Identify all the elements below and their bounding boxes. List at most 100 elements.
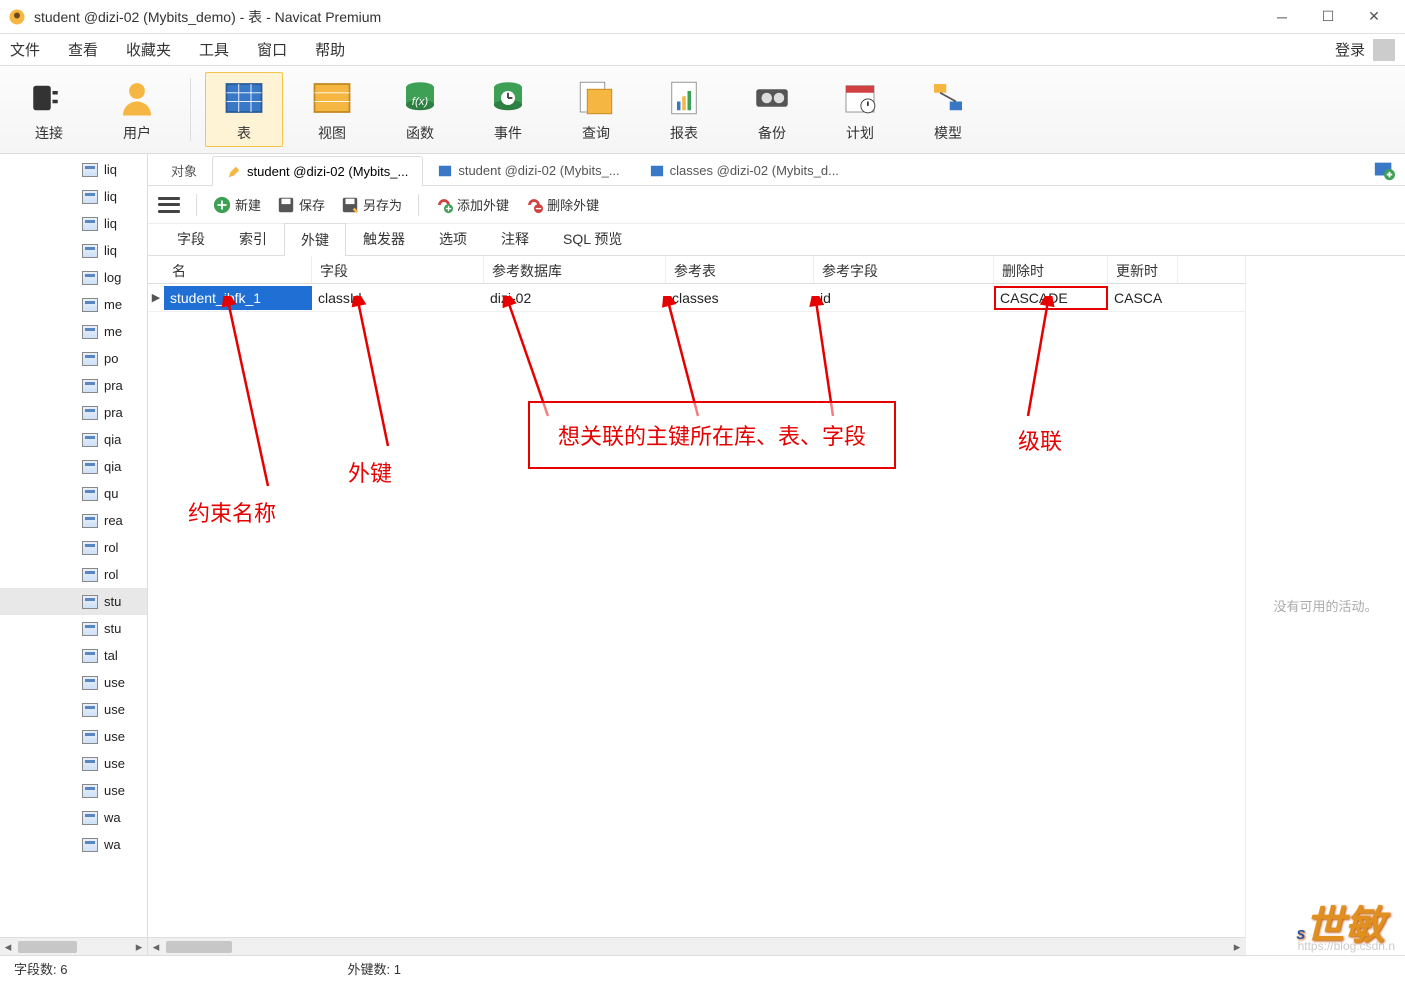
table-small-icon [82,487,98,501]
tool-event[interactable]: 事件 [469,72,547,147]
col-on-delete[interactable]: 删除时 [994,256,1108,283]
sidebar-item[interactable]: po [0,345,147,372]
sidebar-item[interactable]: use [0,723,147,750]
col-on-update[interactable]: 更新时 [1108,256,1178,283]
tool-connect[interactable]: 连接 [10,72,88,147]
grid-scrollbar[interactable]: ◂▸ [148,937,1245,955]
avatar-icon[interactable] [1373,39,1395,61]
sidebar-item[interactable]: liq [0,237,147,264]
sidebar-item-label: me [104,324,122,339]
tab-student-2[interactable]: student @dizi-02 (Mybits_... [423,155,634,185]
row-indicator-icon: ▶ [148,291,164,304]
minimize-button[interactable]: ─ [1259,2,1305,32]
col-field[interactable]: 字段 [312,256,484,283]
tab-objects[interactable]: 对象 [156,155,212,185]
sidebar-item[interactable]: stu [0,615,147,642]
menu-window[interactable]: 窗口 [257,39,287,60]
sidebar-item[interactable]: qu [0,480,147,507]
sidebar-item[interactable]: log [0,264,147,291]
table-row[interactable]: ▶ student_ibfk_1 classId dizi-02 classes… [148,284,1245,312]
sidebar-item[interactable]: qia [0,426,147,453]
cell-field[interactable]: classId [312,286,484,310]
window-title: student @dizi-02 (Mybits_demo) - 表 - Nav… [34,7,1259,27]
table-small-icon [82,541,98,555]
tool-table[interactable]: 表 [205,72,283,147]
tool-view[interactable]: 视图 [293,72,371,147]
action-add-fk[interactable]: 添加外键 [435,195,509,214]
add-tab-icon[interactable] [1373,159,1395,181]
hamburger-icon[interactable] [158,195,180,215]
action-delete-fk[interactable]: 删除外键 [525,195,599,214]
cell-on-delete[interactable]: CASCADE [994,286,1108,310]
tool-backup[interactable]: 备份 [733,72,811,147]
tree-list[interactable]: liqliqliqliqlogmemepoprapraqiaqiaqurearo… [0,154,147,937]
sidebar-item[interactable]: liq [0,210,147,237]
menu-login[interactable]: 登录 [1335,39,1365,60]
sidebar-item[interactable]: use [0,777,147,804]
menu-view[interactable]: 查看 [68,39,98,60]
sidebar-item[interactable]: use [0,750,147,777]
sidebar-item[interactable]: pra [0,399,147,426]
maximize-button[interactable]: ☐ [1305,2,1351,32]
table-small-icon [82,838,98,852]
cell-name[interactable]: student_ibfk_1 [164,286,312,310]
annotation-arrow [208,296,288,496]
sidebar-item-label: wa [104,810,121,825]
sidebar-item-label: pra [104,378,123,393]
subtab-comment[interactable]: 注释 [484,222,546,255]
menu-file[interactable]: 文件 [10,39,40,60]
calendar-icon [839,77,881,119]
sidebar-item[interactable]: rol [0,534,147,561]
sidebar-item[interactable]: tal [0,642,147,669]
sidebar-item[interactable]: wa [0,831,147,858]
menu-tools[interactable]: 工具 [199,39,229,60]
tool-function[interactable]: f(x) 函数 [381,72,459,147]
subtab-indexes[interactable]: 索引 [222,222,284,255]
sidebar-item[interactable]: stu [0,588,147,615]
sidebar-item[interactable]: liq [0,183,147,210]
table-small-icon [82,325,98,339]
close-button[interactable]: ✕ [1351,2,1397,32]
col-ref-db[interactable]: 参考数据库 [484,256,666,283]
menu-favorites[interactable]: 收藏夹 [126,39,171,60]
col-ref-field[interactable]: 参考字段 [814,256,994,283]
tool-query[interactable]: 查询 [557,72,635,147]
sidebar-item[interactable]: me [0,318,147,345]
sidebar-item-label: wa [104,837,121,852]
tool-plan[interactable]: 计划 [821,72,899,147]
action-save-as[interactable]: 另存为 [341,195,402,214]
tool-user[interactable]: 用户 [98,72,176,147]
subtab-triggers[interactable]: 触发器 [346,222,422,255]
subtab-foreign-keys[interactable]: 外键 [284,223,346,256]
subtab-options[interactable]: 选项 [422,222,484,255]
action-save[interactable]: 保存 [277,195,325,214]
sidebar-item[interactable]: wa [0,804,147,831]
menu-help[interactable]: 帮助 [315,39,345,60]
col-name[interactable]: 名 [164,256,312,283]
col-ref-table[interactable]: 参考表 [666,256,814,283]
sidebar-item[interactable]: rea [0,507,147,534]
sidebar-item[interactable]: use [0,669,147,696]
sidebar-item[interactable]: use [0,696,147,723]
subtab-sql-preview[interactable]: SQL 预览 [546,222,639,255]
sidebar-item[interactable]: rol [0,561,147,588]
tab-student-1[interactable]: student @dizi-02 (Mybits_... [212,156,423,186]
action-new[interactable]: 新建 [213,195,261,214]
subtab-fields[interactable]: 字段 [160,222,222,255]
sidebar-item[interactable]: liq [0,156,147,183]
tab-classes[interactable]: classes @dizi-02 (Mybits_d... [635,155,854,185]
cell-ref-table[interactable]: classes [666,286,814,310]
sidebar-scrollbar[interactable]: ◂▸ [0,937,147,955]
tool-report[interactable]: 报表 [645,72,723,147]
sidebar-item[interactable]: pra [0,372,147,399]
table-small-icon [82,703,98,717]
cell-ref-field[interactable]: id [814,286,994,310]
table-small-icon [82,379,98,393]
cell-ref-db[interactable]: dizi-02 [484,286,666,310]
cell-on-update[interactable]: CASCA [1108,286,1178,310]
sidebar-item[interactable]: me [0,291,147,318]
backup-icon [751,77,793,119]
sidebar-item[interactable]: qia [0,453,147,480]
tool-model[interactable]: 模型 [909,72,987,147]
link-add-icon [435,196,453,214]
